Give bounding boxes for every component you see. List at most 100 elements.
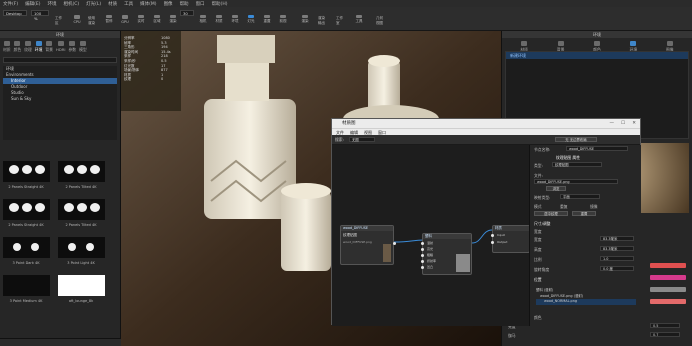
toolbar-button[interactable]: 使用渲染 (88, 15, 98, 25)
radio-mirror[interactable]: 镜像 (590, 204, 598, 210)
toolbar-button[interactable]: 区域 (152, 15, 162, 24)
material-input-port[interactable] (421, 248, 424, 251)
library-tab[interactable]: 模型 (79, 41, 87, 53)
maximize-icon[interactable]: ☐ (621, 119, 625, 128)
library-tab[interactable]: 材质 (3, 41, 11, 53)
color-swatch[interactable] (650, 287, 686, 292)
menu-item[interactable]: 材质 (108, 1, 117, 7)
brightness-field[interactable]: 0.5 (650, 323, 680, 328)
menu-item[interactable]: 相机(C) (63, 1, 79, 7)
texture-node[interactable]: wood_DIFFUSE 纹理贴图 wood_DIFFUSE.png (340, 225, 396, 265)
color-swatch[interactable] (650, 299, 686, 304)
toolbar-button[interactable]: 暂停 (104, 15, 114, 24)
library-tab[interactable]: 背景 (45, 41, 53, 53)
node-name-field[interactable]: wood_DIFFUSE (566, 146, 628, 151)
output-input-port[interactable] (491, 241, 494, 244)
toolbar-button[interactable]: 渲染 (300, 15, 310, 24)
menu-item[interactable]: 图像 (164, 1, 173, 7)
library-tab[interactable]: 纹理 (24, 41, 32, 53)
library-tab[interactable]: 参数 (69, 41, 76, 53)
library-tab-icon (3, 41, 10, 46)
height-field[interactable]: 83.3毫米 (600, 246, 634, 251)
environment-list-item[interactable]: 新建环境 (506, 52, 688, 59)
environment-thumbnail[interactable] (3, 161, 50, 182)
view-dropdown[interactable]: Desktop (3, 10, 27, 16)
color-swatch[interactable] (650, 275, 686, 280)
menu-item[interactable]: 编辑(E) (25, 1, 40, 7)
library-tab[interactable]: HDRI (56, 41, 66, 53)
output-node[interactable]: 材质 Input Output (491, 225, 529, 253)
material-input-port[interactable] (421, 260, 424, 263)
texture-node-preview (383, 244, 391, 262)
menu-bar: 文件(F) 编辑(E) 环境 相机(C) 灯光(L) 材质 工具 媒体(M) 图像 帮助 窗口 帮助(… (0, 0, 692, 7)
environment-thumbnail[interactable] (3, 199, 50, 220)
ratio-field[interactable]: 1.0 (600, 256, 634, 261)
search-input[interactable] (3, 57, 117, 63)
library-tab[interactable]: 颜色 (14, 41, 21, 53)
width-field[interactable]: 83.3毫米 (600, 236, 634, 241)
toolbar-button-icon (106, 15, 112, 18)
samples-dropdown[interactable]: 30 (180, 10, 194, 16)
output-input-port[interactable] (491, 234, 494, 237)
toolbar-button[interactable]: 重置 (262, 15, 272, 24)
toolbar-button[interactable]: CPU (72, 15, 82, 24)
file-field[interactable]: wood_DIFFUSE.png (534, 179, 618, 184)
library-tab[interactable]: 环境 (35, 41, 42, 53)
browse-button[interactable]: 浏览 (546, 186, 566, 191)
graph-filter-dropdown[interactable]: 无图 (349, 137, 375, 142)
zoom-dropdown[interactable]: 100 % (31, 10, 49, 21)
toolbar-button[interactable]: 几何视图 (376, 15, 386, 25)
angle-field[interactable]: 0.0 度 (600, 266, 634, 271)
minimize-icon[interactable]: — (610, 119, 615, 128)
environment-thumbnail[interactable] (58, 275, 105, 296)
environment-thumbnail[interactable] (58, 237, 105, 258)
tree-item[interactable]: Sun & Sky (3, 96, 117, 102)
toolbar-button[interactable]: 工具 (354, 15, 364, 24)
toolbar-button[interactable]: 工作室 (336, 15, 346, 25)
material-input-port[interactable] (421, 266, 424, 269)
toolbar-button[interactable]: 环境 (230, 15, 240, 24)
radio-repeat[interactable]: 重复 (560, 204, 568, 210)
toolbar-button[interactable]: 相机 (198, 15, 208, 24)
center-texture-button[interactable]: 居中纹理 (534, 211, 568, 216)
toolbar-button[interactable]: 实时 (136, 15, 146, 24)
toolbar-button[interactable]: 工作区 (55, 15, 65, 25)
menu-item[interactable]: 帮助(H) (212, 1, 228, 7)
menu-item[interactable]: 窗口 (196, 1, 205, 7)
angle-label: 旋转角度 (534, 267, 550, 272)
gamma-field[interactable]: 0.7 (650, 332, 680, 337)
toolbar-button[interactable]: 前视 (278, 15, 288, 24)
color-label: 颜色 (534, 315, 542, 320)
environment-thumbnail[interactable] (3, 275, 50, 296)
toolbar-button[interactable]: GPU (120, 15, 130, 24)
environment-thumbnail[interactable] (3, 237, 50, 258)
child-node-item[interactable]: wood_NORMAL.png (536, 299, 636, 305)
reset-button[interactable]: 重置 (572, 211, 596, 216)
ratio-label: 比例 (534, 257, 542, 262)
mapping-field[interactable]: 平面 (560, 194, 600, 199)
menu-item[interactable]: 文件(F) (3, 1, 18, 7)
menu-item[interactable]: 灯光(L) (86, 1, 101, 7)
close-icon[interactable]: ✕ (632, 119, 636, 128)
menu-item[interactable]: 环境 (47, 1, 56, 7)
layout-button[interactable]: 无 无边界布局 (555, 137, 597, 142)
toolbar-button[interactable]: 渲染输出 (318, 15, 328, 25)
menu-item[interactable]: 工具 (124, 1, 133, 7)
menu-item[interactable]: 帮助 (180, 1, 189, 7)
material-input-port[interactable] (421, 254, 424, 257)
type-field[interactable]: 纹理贴图 (552, 162, 602, 167)
material-input-port[interactable] (421, 242, 424, 245)
toolbar-button[interactable]: 渲染 (168, 15, 178, 24)
color-swatch[interactable] (650, 263, 686, 268)
search-label: 搜索: (335, 137, 344, 142)
toolbar-button[interactable]: 材质 (214, 15, 224, 24)
environment-thumbnail[interactable] (58, 161, 105, 182)
plastic-material-node[interactable]: 塑料 漫射 高光 粗糙 折射率 凹凸 (421, 233, 472, 275)
dialog-menu-bar: 文件 编辑 视图 窗口 (332, 128, 640, 135)
node-graph-canvas[interactable]: wood_DIFFUSE 纹理贴图 wood_DIFFUSE.png 塑料 漫射… (332, 145, 529, 326)
menu-item[interactable]: 媒体(M) (140, 1, 156, 7)
toolbar-button[interactable]: 灯光 (246, 15, 256, 24)
environment-thumbnail[interactable] (58, 199, 105, 220)
texture-output-port[interactable] (393, 242, 396, 245)
panel-footer (0, 338, 121, 346)
